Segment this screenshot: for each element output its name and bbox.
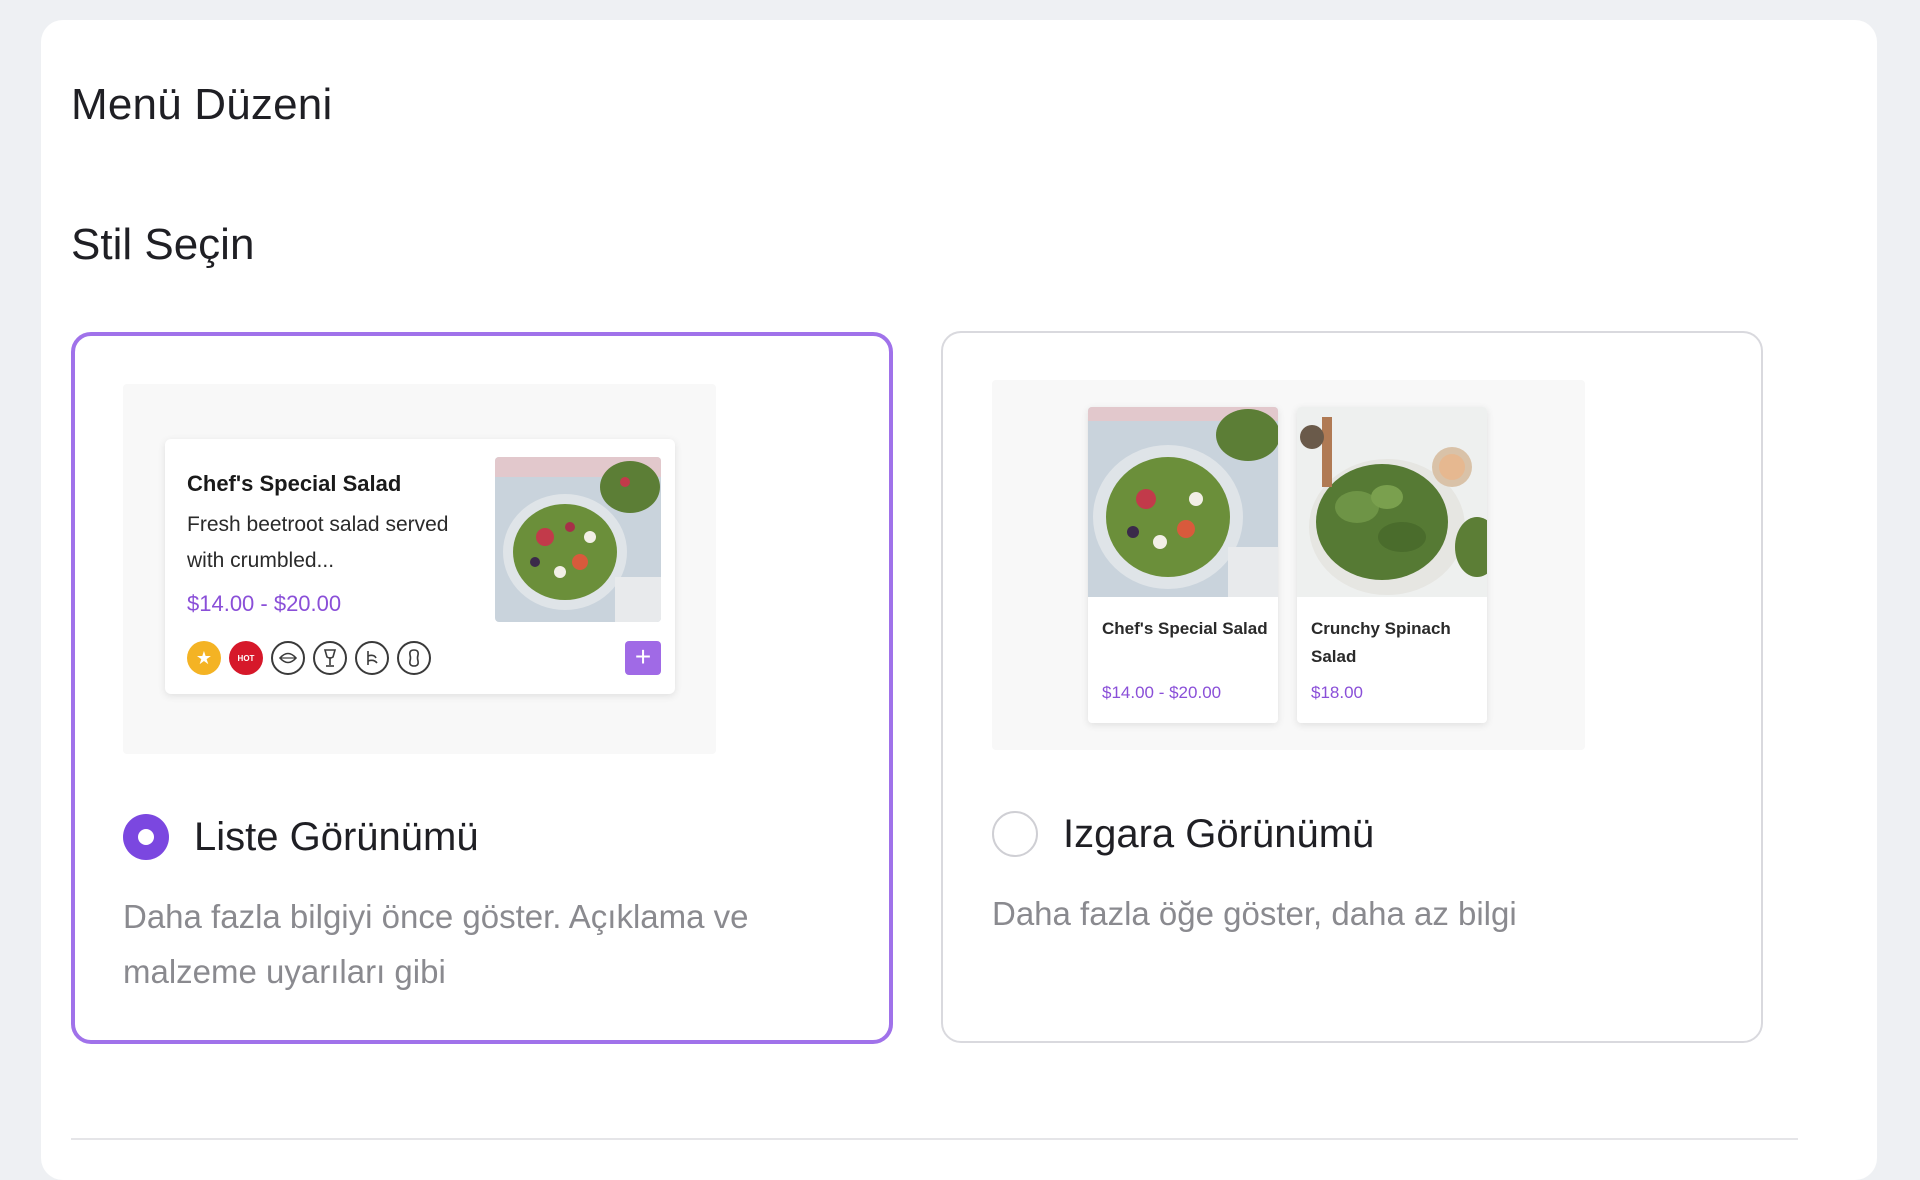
list-view-radio-row[interactable]: Liste Görünümü	[123, 814, 479, 860]
grid-view-description: Daha fazla öğe göster, daha az bilgi	[992, 895, 1517, 932]
list-view-description: Daha fazla bilgiyi önce göster. Açıklama…	[123, 898, 749, 990]
grid-view-option[interactable]: Chef's Special Salad $14.00 - $20.00 Cru…	[941, 331, 1763, 1043]
allergen-badges: ★ HOT	[187, 641, 431, 675]
grid-item-name: Crunchy Spinach Salad	[1311, 619, 1451, 666]
add-item-button[interactable]: +	[625, 641, 661, 675]
list-view-option[interactable]: Chef's Special Salad Fresh beetroot sala…	[71, 332, 893, 1044]
page-title: Menü Düzeni	[71, 80, 333, 129]
hot-badge: HOT	[229, 641, 263, 675]
grid-view-radio-row[interactable]: Izgara Görünümü	[992, 811, 1374, 857]
preview-item-description: Fresh beetroot salad served with crumble…	[187, 513, 449, 572]
section-title: Stil Seçin	[71, 220, 255, 269]
grid-view-preview: Chef's Special Salad $14.00 - $20.00 Cru…	[992, 380, 1585, 750]
star-icon: ★	[187, 641, 221, 675]
list-view-radio[interactable]	[123, 814, 169, 860]
gluten-icon	[355, 641, 389, 675]
grid-item-price: $14.00 - $20.00	[1102, 683, 1222, 702]
grid-view-label: Izgara Görünümü	[1063, 811, 1375, 856]
preview-grid-item: Crunchy Spinach Salad $18.00	[1297, 407, 1487, 723]
grid-view-radio[interactable]	[992, 811, 1038, 857]
alcohol-icon	[313, 641, 347, 675]
preview-list-item: Chef's Special Salad Fresh beetroot sala…	[165, 439, 675, 694]
preview-grid-item: Chef's Special Salad $14.00 - $20.00	[1088, 407, 1278, 723]
preview-item-name: Chef's Special Salad	[187, 471, 402, 496]
section-divider	[71, 1138, 1798, 1140]
list-view-preview: Chef's Special Salad Fresh beetroot sala…	[123, 384, 716, 754]
salad-image	[1088, 407, 1278, 597]
vegan-icon	[271, 641, 305, 675]
salad-image	[495, 457, 661, 622]
list-view-label: Liste Görünümü	[194, 814, 479, 859]
preview-item-price: $14.00 - $20.00	[187, 591, 342, 616]
spinach-salad-image	[1297, 407, 1487, 597]
peanut-icon	[397, 641, 431, 675]
grid-item-name: Chef's Special Salad	[1102, 619, 1268, 638]
grid-item-price: $18.00	[1311, 683, 1363, 702]
